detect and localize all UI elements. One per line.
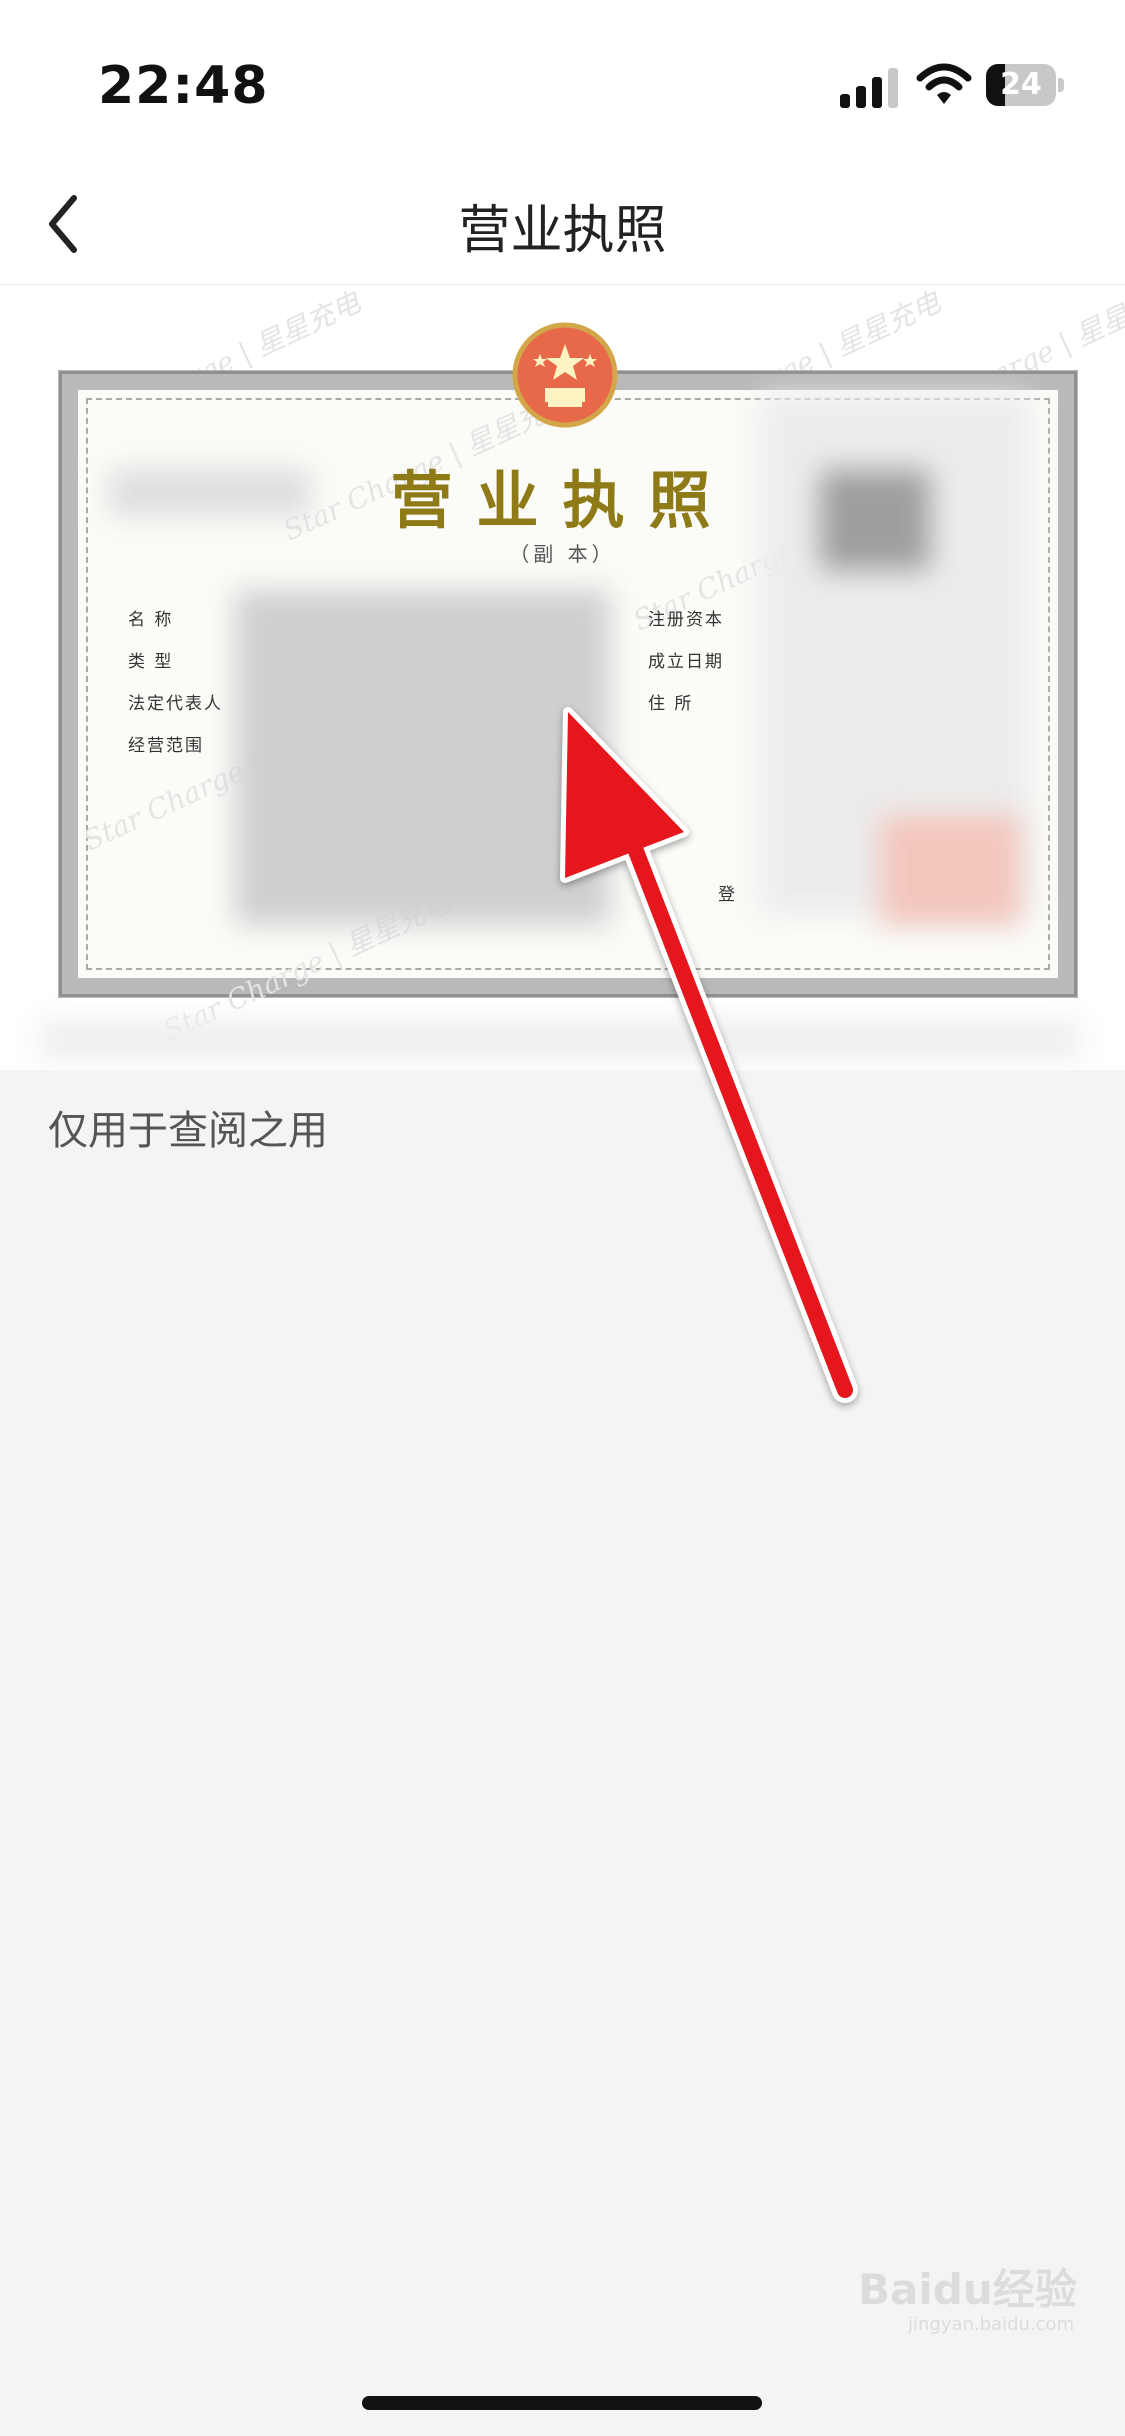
baidu-watermark-logo: Baidu经验 (858, 2265, 1077, 2314)
battery-level: 24 (1000, 67, 1042, 102)
battery-icon: 24 (986, 64, 1066, 106)
home-indicator[interactable] (362, 2396, 762, 2410)
cellular-signal-icon (840, 68, 898, 108)
page-title: 营业执照 (458, 201, 667, 261)
national-emblem-icon (512, 322, 618, 428)
field-label-registration: 登 (718, 885, 737, 905)
field-label-name: 名 称 (128, 610, 174, 630)
redacted-top-left (110, 470, 310, 515)
redacted-footer (40, 1020, 1080, 1060)
redacted-qr-code (820, 470, 930, 570)
redacted-company-info (235, 590, 610, 925)
baidu-watermark-url: jingyan.baidu.com (908, 2314, 1075, 2335)
field-label-registered-capital: 注册资本 (648, 610, 724, 630)
field-label-business-scope: 经营范围 (128, 736, 204, 756)
field-label-establish-date: 成立日期 (648, 652, 724, 672)
status-bar: 22:48 24 (0, 0, 1125, 160)
field-label-type: 类 型 (128, 652, 174, 672)
business-license-image[interactable]: Star Charge | 星星充电 Star Charge | 星星充电 St… (0, 285, 1125, 1070)
field-label-address: 住 所 (648, 694, 694, 714)
wifi-icon (916, 63, 972, 104)
field-label-legal-representative: 法定代表人 (128, 694, 223, 714)
redacted-seal (880, 815, 1020, 925)
status-time: 22:48 (98, 56, 269, 116)
nav-bar: 营业执照 (0, 160, 1125, 285)
view-only-caption: 仅用于查阅之用 (48, 1108, 328, 1154)
